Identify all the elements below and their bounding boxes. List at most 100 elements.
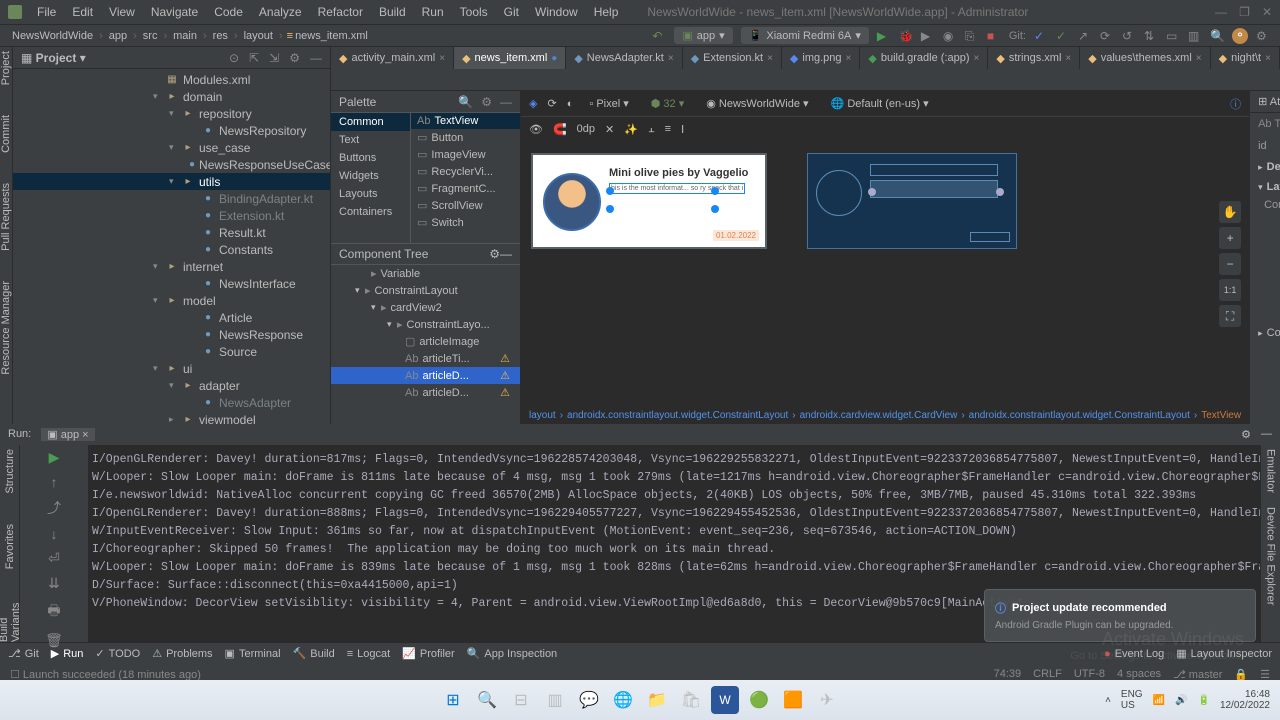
crumb[interactable]: main xyxy=(171,30,199,42)
palette-category[interactable]: Layouts xyxy=(331,185,410,203)
design-preview[interactable]: Mini olive pies by Vaggelio his is the m… xyxy=(531,153,767,249)
tool-logcat[interactable]: ≡ Logcat xyxy=(347,648,390,660)
component-tree-item[interactable]: ▸Variable xyxy=(331,265,520,282)
palette-category[interactable]: Text xyxy=(331,131,410,149)
editor-tab[interactable]: ◆activity_main.xml× xyxy=(331,47,454,69)
crumb-file[interactable]: news_item.xml xyxy=(295,30,368,42)
tray-lang[interactable]: ENGUS xyxy=(1121,689,1143,711)
menu-run[interactable]: Run xyxy=(415,3,451,21)
editor-tab[interactable]: ◆strings.xml× xyxy=(988,47,1080,69)
hide-icon[interactable]: — xyxy=(310,51,322,65)
menu-window[interactable]: Window xyxy=(528,3,585,21)
article-date-preview[interactable]: 01.02.2022 xyxy=(713,230,759,241)
menu-file[interactable]: File xyxy=(30,3,63,21)
git-update-icon[interactable]: ✓ xyxy=(1034,29,1048,43)
tool-structure[interactable]: Structure xyxy=(4,449,16,494)
article-title-preview[interactable]: Mini olive pies by Vaggelio xyxy=(609,167,748,179)
locale-drop[interactable]: 🌐 Default (en-us) ▾ xyxy=(825,95,935,112)
palette-category[interactable]: Containers xyxy=(331,203,410,221)
menu-view[interactable]: View xyxy=(102,3,142,21)
constraint-widget[interactable]: 8 ▾ 16 ▾ + ⊕ xyxy=(1250,213,1280,323)
orientation-icon[interactable]: ⟳ xyxy=(547,97,556,110)
app-icon[interactable]: 🟧 xyxy=(779,686,807,714)
tool-favorites[interactable]: Favorites xyxy=(4,524,16,569)
tool-device-explorer[interactable]: Device File Explorer xyxy=(1265,507,1277,605)
night-icon[interactable]: ◐ xyxy=(567,98,574,110)
git-commit-icon[interactable]: ✓ xyxy=(1056,29,1070,43)
menu-code[interactable]: Code xyxy=(207,3,250,21)
tree-item[interactable]: ●BindingAdapter.kt xyxy=(13,190,330,207)
notification-balloon[interactable]: ⓘProject update recommended Android Grad… xyxy=(984,589,1256,642)
guidelines-icon[interactable]: Ⅰ xyxy=(681,123,684,136)
palette-item[interactable]: ▭ ScrollView xyxy=(411,197,520,214)
tool-commit[interactable]: Commit xyxy=(0,115,12,153)
crumb[interactable]: layout xyxy=(242,30,275,42)
menu-analyze[interactable]: Analyze xyxy=(252,3,309,21)
align-icon[interactable]: ≡ xyxy=(665,123,671,135)
attach-icon[interactable]: ⎘ xyxy=(965,29,979,43)
back-icon[interactable]: ↶ xyxy=(652,29,666,43)
tray-chevron-icon[interactable]: ˄ xyxy=(1105,695,1111,706)
blueprint-preview[interactable] xyxy=(807,153,1017,249)
theme-drop[interactable]: ◉ NewsWorldWide ▾ xyxy=(700,95,814,112)
hide-icon[interactable]: — xyxy=(500,247,512,261)
component-tree-item[interactable]: ▾▸ConstraintLayout xyxy=(331,282,520,299)
settings-icon[interactable]: ⚙ xyxy=(289,51,300,65)
infer-icon[interactable]: ✨ xyxy=(624,123,638,136)
component-tree-item[interactable]: ▾▸ConstraintLayo... xyxy=(331,316,520,333)
gear-icon[interactable]: ⚙ xyxy=(489,247,500,261)
editor-tab[interactable]: ◆NewsAdapter.kt× xyxy=(566,47,682,69)
tree-item[interactable]: ●Extension.kt xyxy=(13,207,330,224)
palette-item[interactable]: ▭ Switch xyxy=(411,214,520,231)
debug-icon[interactable]: 🐞 xyxy=(899,29,913,43)
search-icon[interactable]: 🔍 xyxy=(458,95,473,109)
palette-category[interactable]: Common xyxy=(331,113,410,131)
mem-indicator[interactable]: ☰ xyxy=(1260,668,1270,681)
restart-icon[interactable]: ⤴ xyxy=(47,498,61,518)
lock-icon[interactable]: 🔒 xyxy=(1234,668,1248,681)
declared-attributes-section[interactable]: ▸Declared Attributes+ — xyxy=(1250,157,1280,177)
explorer-icon[interactable]: 📁 xyxy=(643,686,671,714)
tool-resource-manager[interactable]: Resource Manager xyxy=(0,281,12,375)
tree-item[interactable]: ▾▸adapter xyxy=(13,377,330,394)
menu-help[interactable]: Help xyxy=(587,3,626,21)
store-icon[interactable]: 🛍 xyxy=(677,686,705,714)
palette-category[interactable]: Widgets xyxy=(331,167,410,185)
tree-item[interactable]: ▾▸utils xyxy=(13,173,330,190)
print-icon[interactable]: 🖶 xyxy=(47,600,60,624)
search-icon[interactable]: 🔍 xyxy=(1210,29,1224,43)
sync-icon[interactable]: ⇅ xyxy=(1144,29,1158,43)
crumb[interactable]: res xyxy=(211,30,230,42)
close-icon[interactable]: ✕ xyxy=(1262,5,1272,19)
tool-build-variants[interactable]: Build Variants xyxy=(0,599,22,642)
user-icon[interactable]: ⚬ xyxy=(1232,28,1248,44)
menu-tools[interactable]: Tools xyxy=(453,3,495,21)
git-branch[interactable]: ⎇ master xyxy=(1173,668,1222,681)
pack-icon[interactable]: ⫠ xyxy=(648,123,655,136)
chat-icon[interactable]: 💬 xyxy=(575,686,603,714)
device-selector[interactable]: 📱Xiaomi Redmi 6A ▾ xyxy=(741,27,869,44)
crumb[interactable]: src xyxy=(141,30,160,42)
telegram-icon[interactable]: ✈ xyxy=(813,686,841,714)
editor-tab[interactable]: ◆news_item.xml● xyxy=(454,47,566,69)
tool-build[interactable]: 🔨 Build xyxy=(293,647,335,660)
menu-build[interactable]: Build xyxy=(372,3,413,21)
project-view-selector[interactable]: ▦ Project ▾ xyxy=(21,51,86,65)
tool-pull-requests[interactable]: Pull Requests xyxy=(0,183,12,251)
component-tree-item[interactable]: AbarticleD...⚠ xyxy=(331,384,520,401)
tray-wifi-icon[interactable]: 📶 xyxy=(1153,695,1165,706)
rerun-icon[interactable]: ▶ xyxy=(49,449,60,466)
tool-run[interactable]: ▶ Run xyxy=(51,647,84,660)
article-description-preview[interactable]: his is the most informat... so ry snack … xyxy=(609,183,745,194)
editor-tab[interactable]: ◆values\themes.xml× xyxy=(1080,47,1210,69)
select-opened-icon[interactable]: ⊙ xyxy=(229,51,239,65)
tree-item[interactable]: ▾▸repository xyxy=(13,105,330,122)
layout-inspector[interactable]: ▦ Layout Inspector xyxy=(1176,647,1272,660)
layout-section[interactable]: ▾Layout xyxy=(1250,177,1280,197)
device-drop[interactable]: ▫ Pixel ▾ xyxy=(583,95,634,112)
zoom-fit-icon[interactable]: 1:1 xyxy=(1219,279,1241,301)
tree-item[interactable]: ●Constants xyxy=(13,241,330,258)
pan-icon[interactable]: ✋ xyxy=(1219,201,1241,223)
down-icon[interactable]: ↓ xyxy=(51,526,58,542)
autoconnect-icon[interactable]: 🧲 xyxy=(553,123,567,136)
